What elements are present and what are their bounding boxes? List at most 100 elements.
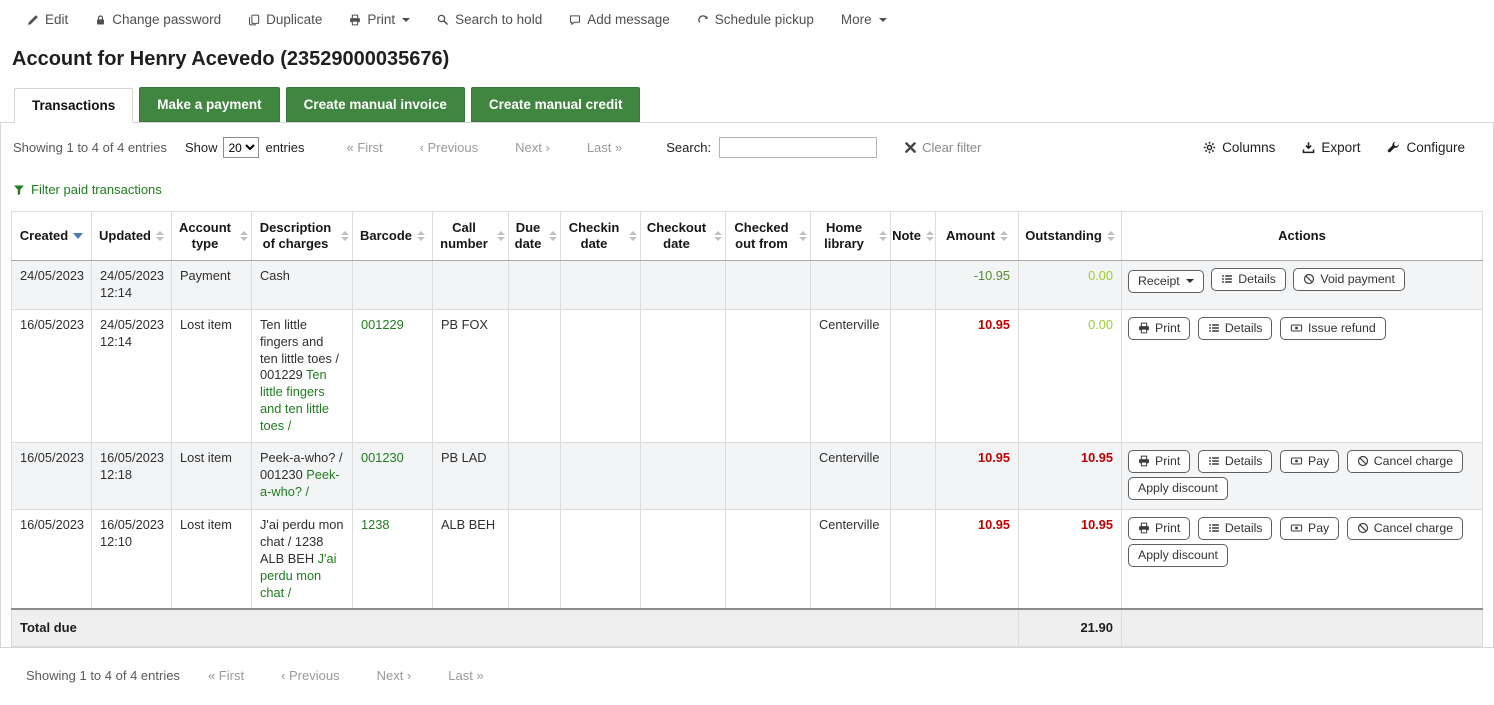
add-message-label: Add message <box>587 12 670 27</box>
column-header-created[interactable]: Created <box>12 211 92 261</box>
note-cell <box>891 510 936 610</box>
column-header-updated[interactable]: Updated <box>92 211 172 261</box>
column-header-outstanding[interactable]: Outstanding <box>1019 211 1122 261</box>
cancel-charge-label: Cancel charge <box>1374 454 1453 468</box>
more-menu-button[interactable]: More <box>841 12 887 27</box>
description-text: Cash <box>260 268 290 283</box>
note-cell <box>891 309 936 442</box>
tab-make-a-payment[interactable]: Make a payment <box>139 87 279 122</box>
details-button[interactable]: Details <box>1211 268 1286 291</box>
created-cell: 24/05/2023 <box>12 261 92 310</box>
filter-paid-transactions-link[interactable]: Filter paid transactions <box>13 182 162 197</box>
apply-discount-label: Apply discount <box>1138 548 1218 562</box>
details-button[interactable]: Details <box>1198 517 1273 540</box>
filter-paid-transactions-label: Filter paid transactions <box>31 182 162 197</box>
void-payment-button[interactable]: Void payment <box>1293 268 1405 291</box>
column-header-account-type[interactable]: Account type <box>172 211 252 261</box>
tab-create-manual-credit[interactable]: Create manual credit <box>471 87 641 122</box>
receipt-label: Receipt <box>1138 274 1180 288</box>
print-button[interactable]: Print <box>1128 517 1190 540</box>
details-button[interactable]: Details <box>1198 317 1273 340</box>
comment-icon <box>569 14 581 26</box>
account-type-cell: Lost item <box>172 309 252 442</box>
columns-button[interactable]: Columns <box>1203 140 1275 155</box>
apply-discount-button[interactable]: Apply discount <box>1128 477 1228 500</box>
next-page-link[interactable]: Next › <box>377 668 412 683</box>
column-header-amount[interactable]: Amount <box>936 211 1019 261</box>
checked-out-from-cell <box>726 510 811 610</box>
checked-out-from-cell <box>726 443 811 510</box>
money-icon <box>1290 522 1303 534</box>
tab-create-manual-invoice[interactable]: Create manual invoice <box>286 87 465 122</box>
checkin-date-cell <box>561 443 641 510</box>
export-button[interactable]: Export <box>1302 140 1360 155</box>
home-library-cell: Centerville <box>811 510 891 610</box>
barcode-link[interactable]: 1238 <box>361 517 389 532</box>
configure-button[interactable]: Configure <box>1387 140 1465 155</box>
first-page-link[interactable]: « First <box>347 140 383 155</box>
table-row: 24/05/2023 24/05/2023 12:14 Payment Cash… <box>12 261 1483 310</box>
ban-icon <box>1357 455 1369 467</box>
page-size-select[interactable]: 20 <box>223 137 259 158</box>
search-label: Search: <box>666 140 711 155</box>
cancel-charge-button[interactable]: Cancel charge <box>1347 517 1463 540</box>
description-cell: J'ai perdu mon chat / 1238 ALB BEH J'ai … <box>252 510 353 610</box>
columns-label: Columns <box>1222 140 1275 155</box>
print-label: Print <box>1155 321 1180 335</box>
edit-button[interactable]: Edit <box>27 12 68 27</box>
pay-button[interactable]: Pay <box>1280 450 1339 473</box>
tab-transactions[interactable]: Transactions <box>14 88 133 123</box>
schedule-pickup-label: Schedule pickup <box>715 12 814 27</box>
column-header-call-number[interactable]: Call number <box>433 211 509 261</box>
schedule-pickup-button[interactable]: Schedule pickup <box>697 12 814 27</box>
apply-discount-button[interactable]: Apply discount <box>1128 544 1228 567</box>
issue-refund-button[interactable]: Issue refund <box>1280 317 1386 340</box>
table-controls: Showing 1 to 4 of 4 entries Show 20 entr… <box>11 137 1483 158</box>
column-header-home-library[interactable]: Home library <box>811 211 891 261</box>
sort-icon <box>799 231 807 241</box>
header-label: Amount <box>946 228 995 244</box>
header-label: Due date <box>512 220 544 253</box>
barcode-link[interactable]: 001230 <box>361 450 404 465</box>
first-page-link[interactable]: « First <box>208 668 244 683</box>
duplicate-button[interactable]: Duplicate <box>248 12 322 27</box>
add-message-button[interactable]: Add message <box>569 12 670 27</box>
pagination-top: « First ‹ Previous Next › Last » <box>347 140 623 155</box>
column-header-checked-out-from[interactable]: Checked out from <box>726 211 811 261</box>
receipt-button[interactable]: Receipt <box>1128 270 1204 293</box>
previous-page-link[interactable]: ‹ Previous <box>281 668 340 683</box>
account-type-cell: Lost item <box>172 510 252 610</box>
previous-page-link[interactable]: ‹ Previous <box>420 140 479 155</box>
column-header-due-date[interactable]: Due date <box>509 211 561 261</box>
column-header-note[interactable]: Note <box>891 211 936 261</box>
print-button[interactable]: Print <box>1128 450 1190 473</box>
last-page-link[interactable]: Last » <box>587 140 622 155</box>
column-header-checkin-date[interactable]: Checkin date <box>561 211 641 261</box>
change-password-button[interactable]: Change password <box>95 12 221 27</box>
details-button[interactable]: Details <box>1198 450 1273 473</box>
sort-icon <box>417 231 425 241</box>
call-number-cell: PB LAD <box>433 443 509 510</box>
print-button[interactable]: Print <box>1128 317 1190 340</box>
pay-label: Pay <box>1308 454 1329 468</box>
print-menu-button[interactable]: Print <box>349 12 410 27</box>
clear-filter-button[interactable]: Clear filter <box>905 140 981 155</box>
cancel-charge-button[interactable]: Cancel charge <box>1347 450 1463 473</box>
column-header-barcode[interactable]: Barcode <box>353 211 433 261</box>
due-date-cell <box>509 510 561 610</box>
barcode-link[interactable]: 001229 <box>361 317 404 332</box>
ban-icon <box>1303 273 1315 285</box>
caret-down-icon <box>879 18 887 22</box>
search-input[interactable] <box>719 137 877 158</box>
column-header-description[interactable]: Description of charges <box>252 211 353 261</box>
header-label: Checkout date <box>644 220 709 253</box>
search-to-hold-button[interactable]: Search to hold <box>437 12 542 27</box>
caret-down-icon <box>402 18 410 22</box>
pay-button[interactable]: Pay <box>1280 517 1339 540</box>
details-label: Details <box>1225 454 1263 468</box>
last-page-link[interactable]: Last » <box>448 668 483 683</box>
next-page-link[interactable]: Next › <box>515 140 550 155</box>
column-header-checkout-date[interactable]: Checkout date <box>641 211 726 261</box>
table-row: 16/05/2023 16/05/2023 12:10 Lost item J'… <box>12 510 1483 610</box>
printer-icon <box>1138 455 1150 467</box>
